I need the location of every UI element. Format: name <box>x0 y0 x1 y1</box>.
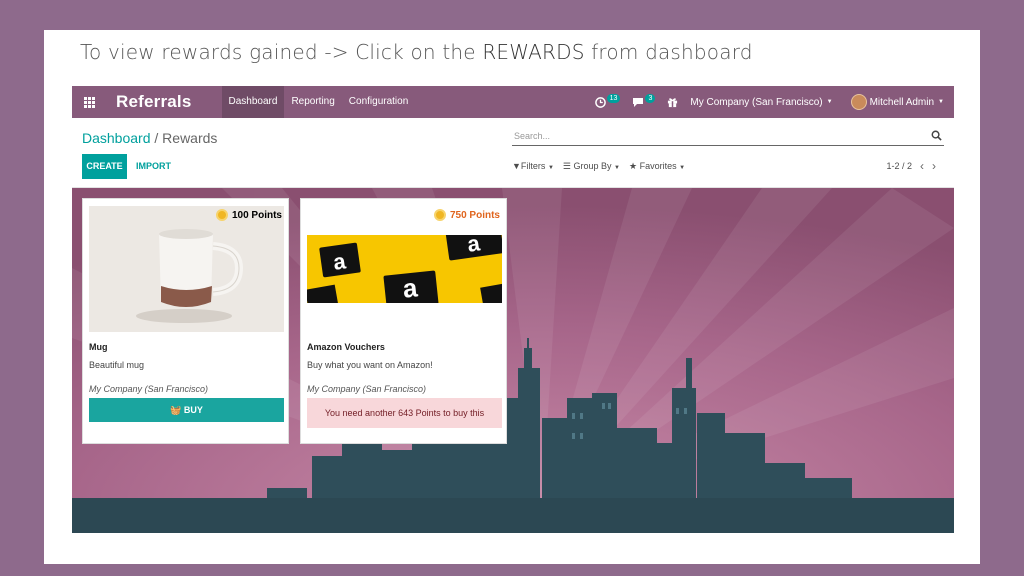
kanban-view: 100 Points Mug Beautiful mug My Company … <box>72 188 954 533</box>
apps-menu-icon[interactable] <box>72 86 106 118</box>
menu-configuration[interactable]: Configuration <box>342 86 415 118</box>
pager-value[interactable]: 1-2 / 2 <box>886 154 912 179</box>
control-panel: Dashboard / Rewards Search... CREATE IMP… <box>72 118 954 188</box>
caret-down-icon: ▼ <box>826 99 833 105</box>
chat-icon <box>633 97 644 107</box>
amazon-gift-cards-image: a a a <box>307 235 502 303</box>
breadcrumb-separator: / <box>150 130 163 146</box>
activity-systray[interactable]: 13 <box>594 93 621 108</box>
reward-company: My Company (San Francisco) <box>307 384 427 394</box>
message-count-badge: 3 <box>645 93 656 103</box>
create-button[interactable]: CREATE <box>82 154 127 179</box>
bars-icon: ☰ <box>562 161 571 171</box>
search-icon[interactable] <box>931 130 942 141</box>
favorites-dropdown[interactable]: ★ Favorites ▼ <box>629 154 685 179</box>
odoo-app-window: Referrals Dashboard Reporting Configurat… <box>72 86 954 533</box>
user-name: Mitchell Admin <box>869 96 935 108</box>
instruction-caption: To view rewards gained -> Click on the R… <box>80 40 753 64</box>
gift-systray[interactable] <box>667 97 678 108</box>
reward-company: My Company (San Francisco) <box>89 384 209 394</box>
reward-description: Beautiful mug <box>89 360 145 370</box>
top-navbar: Referrals Dashboard Reporting Configurat… <box>72 86 954 118</box>
mug-image <box>89 206 284 332</box>
user-menu[interactable]: Mitchell Admin ▼ <box>850 94 944 110</box>
clock-icon <box>594 96 606 108</box>
slide: To view rewards gained -> Click on the R… <box>44 30 980 564</box>
app-brand[interactable]: Referrals <box>106 92 222 112</box>
gift-icon <box>668 97 678 107</box>
caption-highlight: REWARDS <box>482 40 585 64</box>
breadcrumb-rewards: Rewards <box>162 130 218 146</box>
company-name: My Company (San Francisco) <box>690 96 823 108</box>
avatar <box>850 94 867 110</box>
reward-description: Buy what you want on Amazon! <box>307 360 433 370</box>
reward-name: Mug <box>89 342 108 352</box>
caret-down-icon: ▼ <box>938 99 944 105</box>
pager: 1-2 / 2 ‹ › <box>886 154 936 179</box>
filters-dropdown[interactable]: ▼Filters ▼ <box>512 154 554 179</box>
breadcrumb: Dashboard / Rewards <box>82 130 217 146</box>
coin-icon <box>433 209 446 221</box>
import-button[interactable]: IMPORT <box>136 154 171 179</box>
search-input[interactable]: Search... <box>512 128 944 146</box>
reward-name: Amazon Vouchers <box>307 342 385 352</box>
chevron-right-icon[interactable]: › <box>932 154 936 179</box>
company-switcher[interactable]: My Company (San Francisco) ▼ <box>690 97 832 108</box>
basket-icon: 🧺 <box>170 405 182 415</box>
points-badge: 100 Points <box>215 209 282 221</box>
search-placeholder: Search... <box>514 131 551 141</box>
points-badge: 750 Points <box>433 209 500 221</box>
messaging-systray[interactable]: 3 <box>632 93 656 108</box>
star-icon: ★ <box>628 161 638 171</box>
breadcrumb-dashboard[interactable]: Dashboard <box>82 130 151 146</box>
search-options: ▼Filters ▼ ☰ Group By ▼ ★ Favorites ▼ <box>512 154 685 179</box>
menu-reporting[interactable]: Reporting <box>284 86 341 118</box>
filter-icon: ▼ <box>512 161 521 171</box>
menu-dashboard[interactable]: Dashboard <box>221 86 285 118</box>
reward-card[interactable]: 100 Points Mug Beautiful mug My Company … <box>82 198 289 444</box>
buy-button[interactable]: 🧺 BUY <box>89 398 284 422</box>
reward-card[interactable]: 750 Points a a a Amazon Vouchers Buy wha… <box>300 198 507 444</box>
caption-prefix: To view rewards gained -> Click on the <box>80 40 483 64</box>
insufficient-points-notice: You need another 643 Points to buy this <box>307 398 502 428</box>
activity-count-badge: 13 <box>606 93 621 103</box>
chevron-left-icon[interactable]: ‹ <box>920 154 924 179</box>
groupby-dropdown[interactable]: ☰ Group By ▼ <box>563 154 620 179</box>
caption-suffix: from dashboard <box>584 40 753 64</box>
coin-icon <box>215 209 228 221</box>
